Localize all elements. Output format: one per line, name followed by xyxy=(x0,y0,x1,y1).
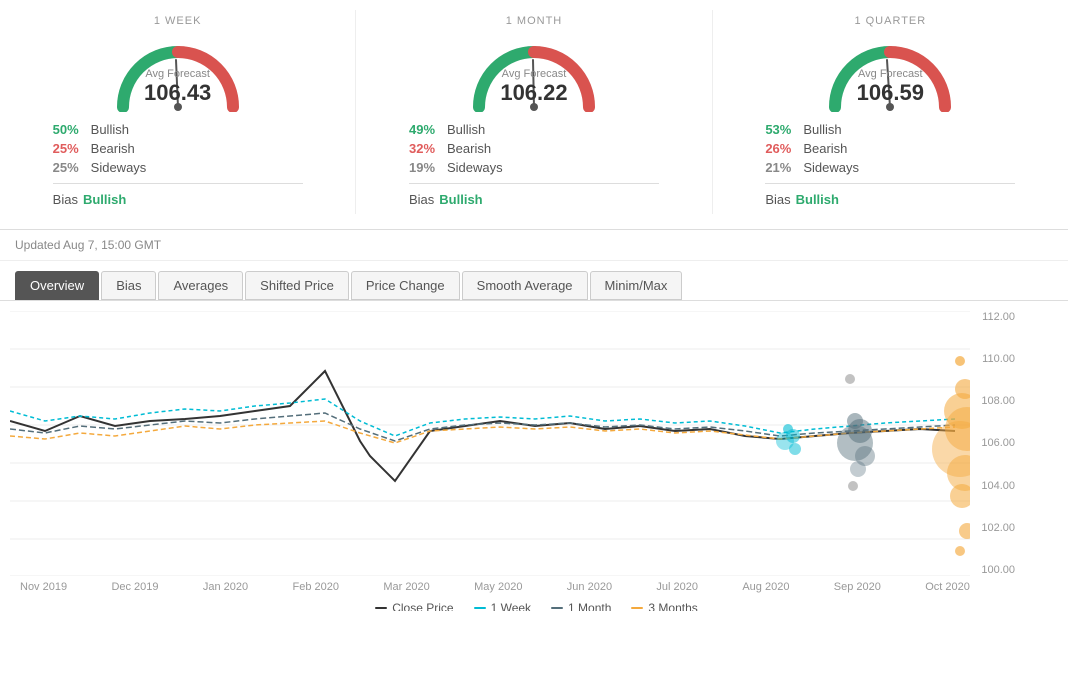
y-axis: 112.00 110.00 108.00 106.00 104.00 102.0… xyxy=(970,311,1020,576)
bias-row-week: Bias Bullish xyxy=(48,190,308,209)
tab-minim-max[interactable]: Minim/Max xyxy=(590,271,683,300)
sideways-row-month: 19% Sideways xyxy=(404,158,664,177)
bias-row-quarter: Bias Bullish xyxy=(760,190,1020,209)
x-axis: Nov 2019 Dec 2019 Jan 2020 Feb 2020 Mar … xyxy=(10,576,1020,593)
stats-divider-quarter xyxy=(765,183,1015,184)
tab-smooth-average[interactable]: Smooth Average xyxy=(462,271,588,300)
stats-quarter: 53% Bullish 26% Bearish 21% Sideways Bia… xyxy=(760,120,1020,209)
legend-dot-month xyxy=(551,607,563,609)
legend-dot-close xyxy=(375,607,387,609)
legend-close: Close Price xyxy=(375,601,453,611)
chart-inner: 112.00 110.00 108.00 106.00 104.00 102.0… xyxy=(10,311,1020,576)
tab-averages[interactable]: Averages xyxy=(158,271,243,300)
bearish-row-week: 25% Bearish xyxy=(48,139,308,158)
gauge-center-month: Avg Forecast 106.22 xyxy=(500,68,567,106)
tabs-bar: Overview Bias Averages Shifted Price Pri… xyxy=(0,261,1068,301)
tab-bias[interactable]: Bias xyxy=(101,271,156,300)
tab-shifted-price[interactable]: Shifted Price xyxy=(245,271,349,300)
panel-1-month: 1 MONTH Avg Forecast 106.22 49% Bullish … xyxy=(356,10,712,214)
chart-svg xyxy=(10,311,970,576)
stats-divider-week xyxy=(53,183,303,184)
bearish-row-month: 32% Bearish xyxy=(404,139,664,158)
legend-month: 1 Month xyxy=(551,601,611,611)
panel-1-week: 1 WEEK Avg Forecast 106.43 50% Bullis xyxy=(0,10,356,214)
bullish-row-week: 50% Bullish xyxy=(48,120,308,139)
bias-row-month: Bias Bullish xyxy=(404,190,664,209)
tab-overview[interactable]: Overview xyxy=(15,271,99,300)
gauge-month: Avg Forecast 106.22 xyxy=(464,32,604,112)
legend-dot-week xyxy=(474,607,486,609)
tab-price-change[interactable]: Price Change xyxy=(351,271,460,300)
gauge-week: Avg Forecast 106.43 xyxy=(108,32,248,112)
legend-dot-quarter xyxy=(631,607,643,609)
chart-legend: Close Price 1 Week 1 Month 3 Months xyxy=(5,593,1068,611)
top-section: 1 WEEK Avg Forecast 106.43 50% Bullis xyxy=(0,0,1068,230)
gauge-center-week: Avg Forecast 106.43 xyxy=(144,68,211,106)
stats-divider-month xyxy=(409,183,659,184)
gauge-center-quarter: Avg Forecast 106.59 xyxy=(857,68,924,106)
gauge-quarter: Avg Forecast 106.59 xyxy=(820,32,960,112)
period-label-week: 1 WEEK xyxy=(154,15,202,27)
sideways-row-week: 25% Sideways xyxy=(48,158,308,177)
updated-bar: Updated Aug 7, 15:00 GMT xyxy=(0,230,1068,261)
panel-1-quarter: 1 QUARTER Avg Forecast 106.59 53% Bullis… xyxy=(713,10,1068,214)
stats-month: 49% Bullish 32% Bearish 19% Sideways Bia… xyxy=(404,120,664,209)
stats-week: 50% Bullish 25% Bearish 25% Sideways Bia… xyxy=(48,120,308,209)
chart-area: 112.00 110.00 108.00 106.00 104.00 102.0… xyxy=(0,301,1068,611)
bearish-row-quarter: 26% Bearish xyxy=(760,139,1020,158)
bullish-row-quarter: 53% Bullish xyxy=(760,120,1020,139)
period-label-quarter: 1 QUARTER xyxy=(854,15,926,27)
period-label-month: 1 MONTH xyxy=(506,15,563,27)
bullish-row-month: 49% Bullish xyxy=(404,120,664,139)
legend-quarter: 3 Months xyxy=(631,601,697,611)
legend-week: 1 Week xyxy=(474,601,531,611)
sideways-row-quarter: 21% Sideways xyxy=(760,158,1020,177)
